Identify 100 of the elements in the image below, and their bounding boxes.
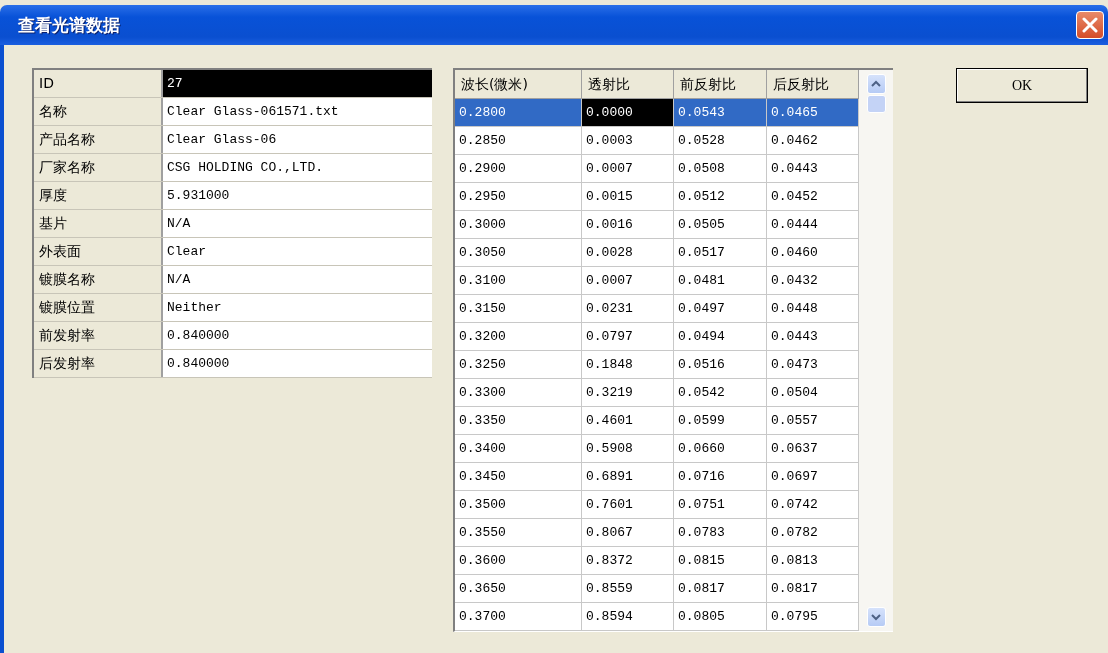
scroll-down-button[interactable]: [866, 607, 886, 627]
table-cell[interactable]: 0.3050: [455, 239, 582, 267]
table-cell[interactable]: 0.0473: [767, 351, 859, 379]
table-cell[interactable]: 0.0448: [767, 295, 859, 323]
property-value[interactable]: N/A: [163, 266, 432, 293]
table-cell[interactable]: 0.0783: [674, 519, 767, 547]
table-cell[interactable]: 0.8067: [582, 519, 674, 547]
table-cell[interactable]: 0.3600: [455, 547, 582, 575]
column-header[interactable]: 前反射比: [674, 70, 767, 99]
table-cell[interactable]: 0.0497: [674, 295, 767, 323]
table-cell[interactable]: 0.0460: [767, 239, 859, 267]
property-value[interactable]: 27: [163, 70, 432, 97]
table-cell[interactable]: 0.0015: [582, 183, 674, 211]
table-cell[interactable]: 0.0481: [674, 267, 767, 295]
table-cell[interactable]: 0.0813: [767, 547, 859, 575]
table-cell[interactable]: 0.0517: [674, 239, 767, 267]
table-cell[interactable]: 0.3350: [455, 407, 582, 435]
table-cell[interactable]: 0.0505: [674, 211, 767, 239]
column-header[interactable]: 透射比: [582, 70, 674, 99]
property-value[interactable]: Neither: [163, 294, 432, 321]
table-cell[interactable]: 0.3700: [455, 603, 582, 631]
table-cell[interactable]: 0.8559: [582, 575, 674, 603]
table-cell[interactable]: 0.0443: [767, 323, 859, 351]
table-cell[interactable]: 0.8372: [582, 547, 674, 575]
table-cell[interactable]: 0.0716: [674, 463, 767, 491]
table-cell[interactable]: 0.3219: [582, 379, 674, 407]
table-cell[interactable]: 0.3650: [455, 575, 582, 603]
table-cell[interactable]: 0.0599: [674, 407, 767, 435]
table-cell[interactable]: 0.4601: [582, 407, 674, 435]
table-cell[interactable]: 0.3200: [455, 323, 582, 351]
table-cell[interactable]: 0.0504: [767, 379, 859, 407]
table-cell[interactable]: 0.0444: [767, 211, 859, 239]
table-cell[interactable]: 0.3450: [455, 463, 582, 491]
property-value[interactable]: Clear Glass-06: [163, 126, 432, 153]
table-cell[interactable]: 0.0231: [582, 295, 674, 323]
table-cell[interactable]: 0.0815: [674, 547, 767, 575]
table-cell[interactable]: 0.0003: [582, 127, 674, 155]
property-value[interactable]: 0.840000: [163, 350, 432, 377]
table-cell[interactable]: 0.0817: [674, 575, 767, 603]
column-header[interactable]: 波长(微米): [455, 70, 582, 99]
table-cell[interactable]: 0.0742: [767, 491, 859, 519]
table-cell[interactable]: 0.1848: [582, 351, 674, 379]
property-value[interactable]: Clear Glass-061571.txt: [163, 98, 432, 125]
table-cell[interactable]: 0.3300: [455, 379, 582, 407]
table-cell[interactable]: 0.2800: [455, 99, 582, 127]
table-cell[interactable]: 0.8594: [582, 603, 674, 631]
table-cell[interactable]: 0.0697: [767, 463, 859, 491]
table-cell[interactable]: 0.6891: [582, 463, 674, 491]
property-value[interactable]: 5.931000: [163, 182, 432, 209]
table-cell[interactable]: 0.2900: [455, 155, 582, 183]
property-value[interactable]: 0.840000: [163, 322, 432, 349]
table-cell[interactable]: 0.3100: [455, 267, 582, 295]
scroll-thumb[interactable]: [866, 95, 886, 113]
chevron-down-icon: [871, 613, 881, 621]
scroll-up-button[interactable]: [866, 74, 886, 94]
table-cell[interactable]: 0.0543: [674, 99, 767, 127]
property-value[interactable]: N/A: [163, 210, 432, 237]
table-cell[interactable]: 0.3150: [455, 295, 582, 323]
table-cell[interactable]: 0.0797: [582, 323, 674, 351]
close-icon: [1082, 17, 1098, 33]
table-cell[interactable]: 0.0462: [767, 127, 859, 155]
table-cell[interactable]: 0.0512: [674, 183, 767, 211]
table-cell[interactable]: 0.0660: [674, 435, 767, 463]
table-cell[interactable]: 0.0432: [767, 267, 859, 295]
table-cell[interactable]: 0.0817: [767, 575, 859, 603]
table-cell[interactable]: 0.0795: [767, 603, 859, 631]
table-cell[interactable]: 0.3550: [455, 519, 582, 547]
scrollbar[interactable]: [859, 70, 893, 631]
table-cell[interactable]: 0.3500: [455, 491, 582, 519]
table-cell[interactable]: 0.0516: [674, 351, 767, 379]
property-value[interactable]: Clear: [163, 238, 432, 265]
table-cell[interactable]: 0.0016: [582, 211, 674, 239]
table-cell[interactable]: 0.0443: [767, 155, 859, 183]
table-cell[interactable]: 0.0782: [767, 519, 859, 547]
table-cell[interactable]: 0.0751: [674, 491, 767, 519]
table-cell[interactable]: 0.7601: [582, 491, 674, 519]
window-title: 查看光谱数据: [18, 13, 120, 37]
table-cell[interactable]: 0.0028: [582, 239, 674, 267]
table-cell[interactable]: 0.0557: [767, 407, 859, 435]
table-cell[interactable]: 0.5908: [582, 435, 674, 463]
table-cell[interactable]: 0.0805: [674, 603, 767, 631]
table-cell[interactable]: 0.0465: [767, 99, 859, 127]
table-cell[interactable]: 0.0542: [674, 379, 767, 407]
table-cell[interactable]: 0.3250: [455, 351, 582, 379]
table-cell[interactable]: 0.0637: [767, 435, 859, 463]
table-cell[interactable]: 0.0494: [674, 323, 767, 351]
column-header[interactable]: 后反射比: [767, 70, 859, 99]
table-cell[interactable]: 0.2950: [455, 183, 582, 211]
table-cell[interactable]: 0.2850: [455, 127, 582, 155]
table-cell[interactable]: 0.0007: [582, 267, 674, 295]
table-cell[interactable]: 0.0000: [582, 99, 674, 127]
table-cell[interactable]: 0.3000: [455, 211, 582, 239]
table-cell[interactable]: 0.3400: [455, 435, 582, 463]
table-cell[interactable]: 0.0007: [582, 155, 674, 183]
close-button[interactable]: [1076, 11, 1104, 39]
table-cell[interactable]: 0.0452: [767, 183, 859, 211]
ok-button[interactable]: OK: [956, 68, 1088, 103]
table-cell[interactable]: 0.0528: [674, 127, 767, 155]
table-cell[interactable]: 0.0508: [674, 155, 767, 183]
property-value[interactable]: CSG HOLDING CO.,LTD.: [163, 154, 432, 181]
